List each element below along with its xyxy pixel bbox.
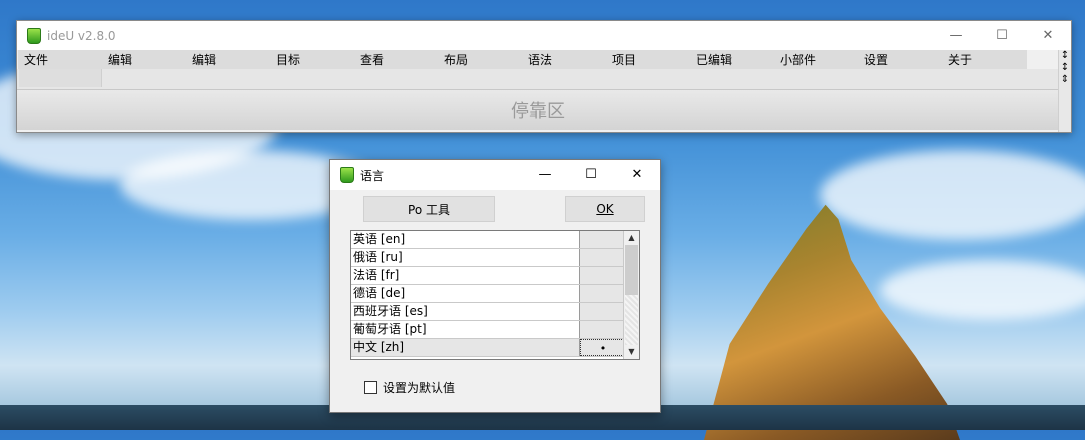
language-name: 俄语 [ru] [351, 249, 580, 266]
language-name: 德语 [de] [351, 285, 580, 302]
menu-layout[interactable]: 布局 [438, 51, 522, 68]
language-mark [580, 321, 626, 338]
app-icon [27, 27, 41, 44]
main-window-title: ideU v2.8.0 [47, 28, 116, 43]
app-icon [340, 167, 354, 183]
list-item[interactable]: 葡萄牙语 [pt] [351, 321, 639, 339]
scroll-track[interactable] [625, 295, 638, 345]
main-window: ideU v2.8.0 — ☐ ✕ 文件 编辑 编辑 目标 查看 布局 语法 项… [16, 20, 1072, 133]
language-name: 英语 [en] [351, 231, 580, 248]
scroll-up-icon[interactable]: ▲ [624, 231, 639, 245]
list-item[interactable]: 德语 [de] [351, 285, 639, 303]
dialog-close-button[interactable]: ✕ [614, 160, 660, 189]
toolbar-slot [19, 69, 102, 87]
dialog-minimize-button[interactable]: — [522, 160, 568, 189]
language-mark [580, 303, 626, 320]
background-cloud [820, 150, 1085, 240]
menu-about[interactable]: 关于 [942, 51, 1026, 68]
selected-mark: • [580, 339, 626, 356]
background-cloud [880, 260, 1085, 320]
menu-target[interactable]: 目标 [270, 51, 354, 68]
main-titlebar[interactable]: ideU v2.8.0 — ☐ ✕ [17, 21, 1071, 50]
list-item[interactable]: 西班牙语 [es] [351, 303, 639, 321]
po-tool-button[interactable]: Po 工具 [363, 196, 495, 222]
language-name: 中文 [zh] [351, 339, 580, 356]
scroll-down-icon[interactable]: ▼ [624, 345, 639, 359]
menu-widgets[interactable]: 小部件 [774, 51, 858, 68]
menu-project[interactable]: 项目 [606, 51, 690, 68]
default-checkbox-row[interactable]: 设置为默认值 [364, 379, 455, 396]
scroll-thumb[interactable] [625, 245, 638, 295]
dock-area[interactable]: 停靠区 [17, 89, 1059, 130]
list-item-selected[interactable]: 中文 [zh] • [351, 339, 639, 357]
menu-view[interactable]: 查看 [354, 51, 438, 68]
language-dialog: 语言 — ☐ ✕ Po 工具 OK 英语 [en] 俄语 [ru] 法语 [fr… [329, 159, 661, 413]
language-name: 西班牙语 [es] [351, 303, 580, 320]
resize-grip-icon[interactable]: ↕ ↕ ⇕ [1060, 50, 1070, 90]
language-mark [580, 249, 626, 266]
window-scrollbar[interactable]: ↕ ↕ ⇕ [1058, 50, 1071, 132]
language-mark [580, 267, 626, 284]
language-list[interactable]: 英语 [en] 俄语 [ru] 法语 [fr] 德语 [de] 西班牙语 [es… [350, 230, 640, 360]
default-checkbox-label: 设置为默认值 [383, 381, 456, 395]
menu-edit[interactable]: 编辑 [102, 51, 186, 68]
menu-edited[interactable]: 已编辑 [690, 51, 774, 68]
menu-bar: 文件 编辑 编辑 目标 查看 布局 语法 项目 已编辑 小部件 设置 关于 [18, 50, 1027, 69]
language-mark [580, 285, 626, 302]
minimize-button[interactable]: — [933, 21, 979, 50]
close-button[interactable]: ✕ [1025, 21, 1071, 50]
menu-settings[interactable]: 设置 [858, 51, 942, 68]
menu-edit-2[interactable]: 编辑 [186, 51, 270, 68]
maximize-button[interactable]: ☐ [979, 21, 1025, 50]
dialog-maximize-button[interactable]: ☐ [568, 160, 614, 189]
toolbar [17, 69, 1071, 89]
language-name: 葡萄牙语 [pt] [351, 321, 580, 338]
list-item[interactable]: 法语 [fr] [351, 267, 639, 285]
ok-button[interactable]: OK [565, 196, 645, 222]
default-checkbox[interactable] [364, 381, 377, 394]
list-scrollbar[interactable]: ▲ ▼ [623, 231, 639, 359]
list-item[interactable]: 俄语 [ru] [351, 249, 639, 267]
dialog-title: 语言 [360, 168, 385, 183]
language-name: 法语 [fr] [351, 267, 580, 284]
language-mark [580, 231, 626, 248]
dialog-titlebar[interactable]: 语言 — ☐ ✕ [330, 160, 660, 190]
list-item[interactable]: 英语 [en] [351, 231, 639, 249]
menu-syntax[interactable]: 语法 [522, 51, 606, 68]
menu-file[interactable]: 文件 [18, 51, 102, 68]
